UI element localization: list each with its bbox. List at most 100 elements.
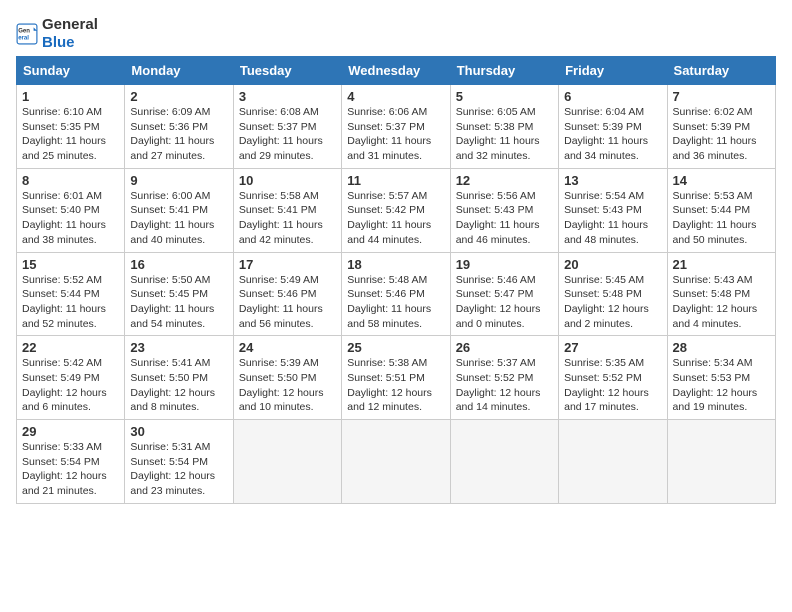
day-info: Sunrise: 5:35 AM Sunset: 5:52 PM Dayligh… — [564, 357, 649, 413]
day-number: 18 — [347, 257, 444, 272]
logo: Gen eral General Blue — [16, 16, 98, 52]
day-info: Sunrise: 5:46 AM Sunset: 5:47 PM Dayligh… — [456, 274, 541, 330]
calendar-header-monday: Monday — [125, 57, 233, 85]
calendar-week-5: 29Sunrise: 5:33 AM Sunset: 5:54 PM Dayli… — [17, 420, 776, 504]
calendar-body: 1 Sunrise: 6:10 AM Sunset: 5:35 PM Daylig… — [17, 85, 776, 504]
day-number: 8 — [22, 173, 119, 188]
calendar-cell — [233, 420, 341, 504]
logo-blue: Blue — [42, 34, 75, 51]
calendar-cell: 30 Sunrise: 5:31 AM Sunset: 5:54 PM Dayli… — [125, 420, 233, 504]
calendar-cell: 28Sunrise: 5:34 AM Sunset: 5:53 PM Dayli… — [667, 336, 775, 420]
day-number: 13 — [564, 173, 661, 188]
day-info: Sunrise: 6:09 AM Sunset: 5:36 PM Dayligh… — [130, 106, 214, 162]
day-info: Sunrise: 5:34 AM Sunset: 5:53 PM Dayligh… — [673, 357, 758, 413]
day-info: Sunrise: 5:45 AM Sunset: 5:48 PM Dayligh… — [564, 274, 649, 330]
day-number: 30 — [130, 424, 227, 439]
calendar-cell: 26 Sunrise: 5:37 AM Sunset: 5:52 PM Dayli… — [450, 336, 558, 420]
day-number: 27 — [564, 340, 661, 355]
day-number: 14 — [673, 173, 770, 188]
calendar-table: SundayMondayTuesdayWednesdayThursdayFrid… — [16, 56, 776, 504]
calendar-header-thursday: Thursday — [450, 57, 558, 85]
day-number: 17 — [239, 257, 336, 272]
header: Gen eral General Blue — [16, 16, 776, 52]
day-info: Sunrise: 6:08 AM Sunset: 5:37 PM Dayligh… — [239, 106, 323, 162]
day-info: Sunrise: 5:53 AM Sunset: 5:44 PM Dayligh… — [673, 190, 757, 246]
calendar-cell — [667, 420, 775, 504]
calendar-week-4: 22 Sunrise: 5:42 AM Sunset: 5:49 PM Dayli… — [17, 336, 776, 420]
day-number: 21 — [673, 257, 770, 272]
day-info: Sunrise: 5:58 AM Sunset: 5:41 PM Dayligh… — [239, 190, 323, 246]
svg-text:Gen: Gen — [18, 28, 30, 34]
calendar-week-1: 1 Sunrise: 6:10 AM Sunset: 5:35 PM Daylig… — [17, 85, 776, 169]
day-info: Sunrise: 5:42 AM Sunset: 5:49 PM Dayligh… — [22, 357, 107, 413]
day-number: 11 — [347, 173, 444, 188]
day-number: 22 — [22, 340, 119, 355]
day-info: Sunrise: 6:06 AM Sunset: 5:37 PM Dayligh… — [347, 106, 431, 162]
calendar-cell — [342, 420, 450, 504]
calendar-cell: 20 Sunrise: 5:45 AM Sunset: 5:48 PM Dayli… — [559, 252, 667, 336]
day-number: 20 — [564, 257, 661, 272]
calendar-cell: 7Sunrise: 6:02 AM Sunset: 5:39 PM Daylig… — [667, 85, 775, 169]
day-number: 2 — [130, 89, 227, 104]
calendar-cell: 24 Sunrise: 5:39 AM Sunset: 5:50 PM Dayli… — [233, 336, 341, 420]
calendar-cell: 25 Sunrise: 5:38 AM Sunset: 5:51 PM Dayli… — [342, 336, 450, 420]
calendar-cell: 9Sunrise: 6:00 AM Sunset: 5:41 PM Daylig… — [125, 168, 233, 252]
calendar-cell: 6 Sunrise: 6:04 AM Sunset: 5:39 PM Daylig… — [559, 85, 667, 169]
calendar-week-2: 8 Sunrise: 6:01 AM Sunset: 5:40 PM Daylig… — [17, 168, 776, 252]
day-number: 4 — [347, 89, 444, 104]
day-info: Sunrise: 6:04 AM Sunset: 5:39 PM Dayligh… — [564, 106, 648, 162]
calendar-cell: 29Sunrise: 5:33 AM Sunset: 5:54 PM Dayli… — [17, 420, 125, 504]
day-info: Sunrise: 5:31 AM Sunset: 5:54 PM Dayligh… — [130, 441, 215, 497]
calendar-cell: 21 Sunrise: 5:43 AM Sunset: 5:48 PM Dayli… — [667, 252, 775, 336]
logo-wordmark: General Blue — [42, 16, 98, 52]
calendar-cell: 18 Sunrise: 5:48 AM Sunset: 5:46 PM Dayli… — [342, 252, 450, 336]
calendar-cell: 5 Sunrise: 6:05 AM Sunset: 5:38 PM Daylig… — [450, 85, 558, 169]
calendar-cell: 10 Sunrise: 5:58 AM Sunset: 5:41 PM Dayli… — [233, 168, 341, 252]
day-number: 9 — [130, 173, 227, 188]
day-info: Sunrise: 6:01 AM Sunset: 5:40 PM Dayligh… — [22, 190, 106, 246]
calendar-cell: 2 Sunrise: 6:09 AM Sunset: 5:36 PM Daylig… — [125, 85, 233, 169]
day-info: Sunrise: 6:05 AM Sunset: 5:38 PM Dayligh… — [456, 106, 540, 162]
day-info: Sunrise: 5:52 AM Sunset: 5:44 PM Dayligh… — [22, 274, 106, 330]
calendar-header-saturday: Saturday — [667, 57, 775, 85]
day-info: Sunrise: 5:43 AM Sunset: 5:48 PM Dayligh… — [673, 274, 758, 330]
day-info: Sunrise: 5:48 AM Sunset: 5:46 PM Dayligh… — [347, 274, 431, 330]
calendar-header-sunday: Sunday — [17, 57, 125, 85]
calendar-cell — [450, 420, 558, 504]
calendar-cell: 14 Sunrise: 5:53 AM Sunset: 5:44 PM Dayli… — [667, 168, 775, 252]
day-info: Sunrise: 5:56 AM Sunset: 5:43 PM Dayligh… — [456, 190, 540, 246]
calendar-cell: 17Sunrise: 5:49 AM Sunset: 5:46 PM Dayli… — [233, 252, 341, 336]
day-number: 19 — [456, 257, 553, 272]
day-info: Sunrise: 6:10 AM Sunset: 5:35 PM Dayligh… — [22, 106, 106, 162]
calendar-cell: 4 Sunrise: 6:06 AM Sunset: 5:37 PM Daylig… — [342, 85, 450, 169]
day-number: 25 — [347, 340, 444, 355]
calendar-header-wednesday: Wednesday — [342, 57, 450, 85]
day-info: Sunrise: 5:50 AM Sunset: 5:45 PM Dayligh… — [130, 274, 214, 330]
day-info: Sunrise: 5:37 AM Sunset: 5:52 PM Dayligh… — [456, 357, 541, 413]
calendar-week-3: 15 Sunrise: 5:52 AM Sunset: 5:44 PM Dayli… — [17, 252, 776, 336]
calendar-cell: 27 Sunrise: 5:35 AM Sunset: 5:52 PM Dayli… — [559, 336, 667, 420]
calendar-cell: 13Sunrise: 5:54 AM Sunset: 5:43 PM Dayli… — [559, 168, 667, 252]
calendar-cell — [559, 420, 667, 504]
day-number: 1 — [22, 89, 119, 104]
calendar-cell: 23 Sunrise: 5:41 AM Sunset: 5:50 PM Dayli… — [125, 336, 233, 420]
calendar-cell: 12Sunrise: 5:56 AM Sunset: 5:43 PM Dayli… — [450, 168, 558, 252]
day-info: Sunrise: 5:57 AM Sunset: 5:42 PM Dayligh… — [347, 190, 431, 246]
day-info: Sunrise: 5:38 AM Sunset: 5:51 PM Dayligh… — [347, 357, 432, 413]
calendar-cell: 15 Sunrise: 5:52 AM Sunset: 5:44 PM Dayli… — [17, 252, 125, 336]
svg-text:eral: eral — [18, 36, 29, 42]
day-info: Sunrise: 5:41 AM Sunset: 5:50 PM Dayligh… — [130, 357, 215, 413]
day-number: 10 — [239, 173, 336, 188]
day-number: 6 — [564, 89, 661, 104]
calendar-header-row: SundayMondayTuesdayWednesdayThursdayFrid… — [17, 57, 776, 85]
day-info: Sunrise: 5:39 AM Sunset: 5:50 PM Dayligh… — [239, 357, 324, 413]
calendar-cell: 16Sunrise: 5:50 AM Sunset: 5:45 PM Dayli… — [125, 252, 233, 336]
day-number: 23 — [130, 340, 227, 355]
day-number: 15 — [22, 257, 119, 272]
calendar-cell: 11 Sunrise: 5:57 AM Sunset: 5:42 PM Dayli… — [342, 168, 450, 252]
day-number: 24 — [239, 340, 336, 355]
day-number: 26 — [456, 340, 553, 355]
day-number: 5 — [456, 89, 553, 104]
calendar-cell: 3Sunrise: 6:08 AM Sunset: 5:37 PM Daylig… — [233, 85, 341, 169]
calendar-header-tuesday: Tuesday — [233, 57, 341, 85]
